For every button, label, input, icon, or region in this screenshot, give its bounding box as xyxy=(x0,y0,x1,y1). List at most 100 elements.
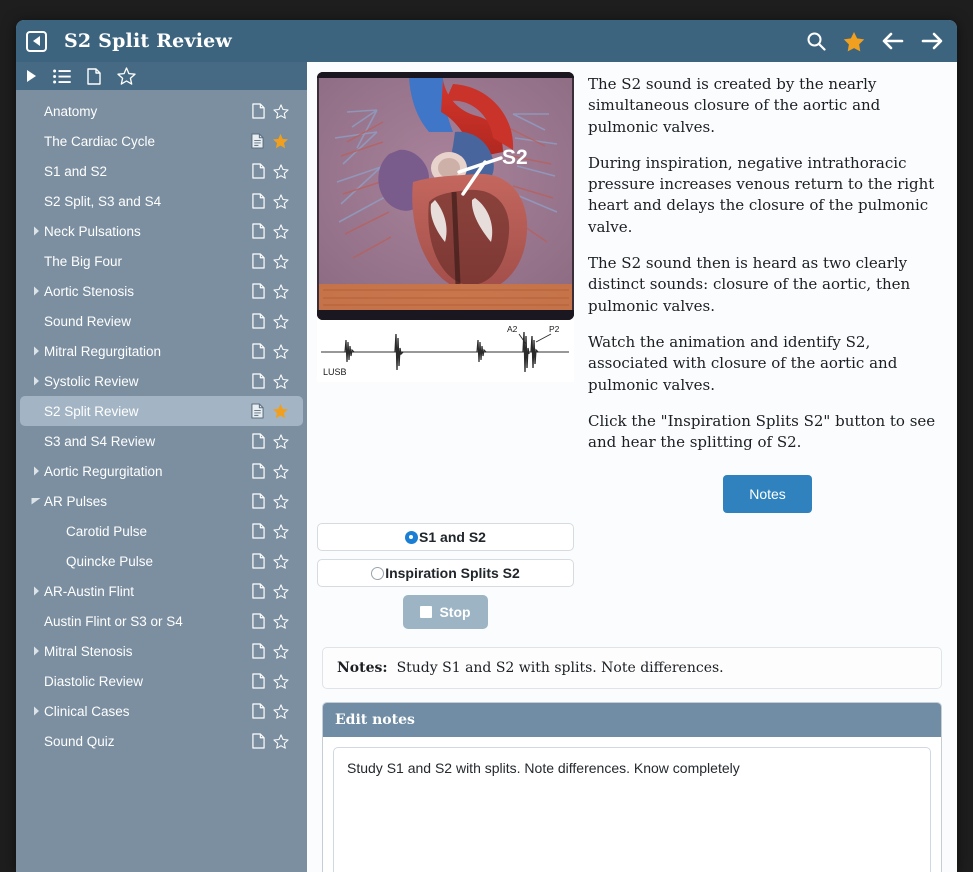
sidebar-item-s1-and-s2[interactable]: S1 and S2 xyxy=(20,156,303,186)
star-outline-icon[interactable] xyxy=(273,494,289,509)
document-icon[interactable] xyxy=(252,703,265,719)
radio-icon[interactable] xyxy=(371,567,384,580)
sidebar-item-label: AR Pulses xyxy=(44,494,252,509)
sidebar-item-label: Sound Quiz xyxy=(44,734,252,749)
star-outline-icon[interactable] xyxy=(273,314,289,329)
star-outline-icon[interactable] xyxy=(117,67,136,85)
option-s1-and-s2[interactable]: S1 and S2 xyxy=(317,523,574,551)
document-icon[interactable] xyxy=(252,253,265,269)
document-icon[interactable] xyxy=(252,283,265,299)
back-arrow-icon[interactable] xyxy=(26,31,47,52)
document-icon[interactable] xyxy=(252,343,265,359)
star-outline-icon[interactable] xyxy=(273,224,289,239)
chevron-right-icon[interactable] xyxy=(28,226,44,236)
sidebar-item-the-big-four[interactable]: The Big Four xyxy=(20,246,303,276)
radio-icon-selected[interactable] xyxy=(405,531,418,544)
star-outline-icon[interactable] xyxy=(273,704,289,719)
sidebar-item-mitral-regurgitation[interactable]: Mitral Regurgitation xyxy=(20,336,303,366)
search-icon[interactable] xyxy=(806,31,826,51)
document-icon[interactable] xyxy=(252,523,265,539)
chevron-right-icon[interactable] xyxy=(28,346,44,356)
star-outline-icon[interactable] xyxy=(273,644,289,659)
document-icon[interactable] xyxy=(252,163,265,179)
document-icon[interactable] xyxy=(252,613,265,629)
star-filled-icon[interactable] xyxy=(272,403,289,419)
document-icon[interactable] xyxy=(252,553,265,569)
stop-button[interactable]: Stop xyxy=(403,595,487,629)
sidebar: AnatomyThe Cardiac CycleS1 and S2S2 Spli… xyxy=(16,62,307,872)
sidebar-item-sound-review[interactable]: Sound Review xyxy=(20,306,303,336)
sidebar-item-quincke-pulse[interactable]: Quincke Pulse xyxy=(20,546,303,576)
document-icon[interactable] xyxy=(252,103,265,119)
star-outline-icon[interactable] xyxy=(273,584,289,599)
star-filled-icon[interactable] xyxy=(272,133,289,149)
chevron-right-icon[interactable] xyxy=(28,586,44,596)
document-icon[interactable] xyxy=(252,733,265,749)
star-outline-icon[interactable] xyxy=(273,194,289,209)
document-icon[interactable] xyxy=(252,463,265,479)
sidebar-item-diastolic-review[interactable]: Diastolic Review xyxy=(20,666,303,696)
star-outline-icon[interactable] xyxy=(273,164,289,179)
document-icon[interactable] xyxy=(252,673,265,689)
document-icon[interactable] xyxy=(252,493,265,509)
list-icon[interactable] xyxy=(53,69,71,84)
document-icon[interactable] xyxy=(252,583,265,599)
notes-button[interactable]: Notes xyxy=(723,475,812,513)
sidebar-item-label: Aortic Stenosis xyxy=(44,284,252,299)
sidebar-item-aortic-stenosis[interactable]: Aortic Stenosis xyxy=(20,276,303,306)
document-icon[interactable] xyxy=(251,403,264,419)
chevron-right-icon[interactable] xyxy=(28,466,44,476)
sidebar-item-ar-pulses[interactable]: AR Pulses xyxy=(20,486,303,516)
option-inspiration-splits-s2[interactable]: Inspiration Splits S2 xyxy=(317,559,574,587)
star-outline-icon[interactable] xyxy=(273,554,289,569)
document-icon[interactable] xyxy=(252,313,265,329)
star-outline-icon[interactable] xyxy=(273,254,289,269)
star-outline-icon[interactable] xyxy=(273,284,289,299)
star-outline-icon[interactable] xyxy=(273,344,289,359)
sidebar-item-systolic-review[interactable]: Systolic Review xyxy=(20,366,303,396)
star-outline-icon[interactable] xyxy=(273,524,289,539)
sidebar-item-sound-quiz[interactable]: Sound Quiz xyxy=(20,726,303,756)
star-outline-icon[interactable] xyxy=(273,104,289,119)
sidebar-item-s3-and-s4-review[interactable]: S3 and S4 Review xyxy=(20,426,303,456)
main-layout: AnatomyThe Cardiac CycleS1 and S2S2 Spli… xyxy=(16,62,957,872)
sidebar-item-neck-pulsations[interactable]: Neck Pulsations xyxy=(20,216,303,246)
notes-button-wrap: Notes xyxy=(588,475,947,513)
chevron-right-icon[interactable] xyxy=(28,646,44,656)
document-icon[interactable] xyxy=(252,433,265,449)
sidebar-item-clinical-cases[interactable]: Clinical Cases xyxy=(20,696,303,726)
document-icon[interactable] xyxy=(252,223,265,239)
sidebar-item-s2-split-s3-and-s4[interactable]: S2 Split, S3 and S4 xyxy=(20,186,303,216)
star-outline-icon[interactable] xyxy=(273,434,289,449)
chevron-down-icon[interactable] xyxy=(28,497,44,505)
media-column: S2 xyxy=(317,72,574,513)
sidebar-item-austin-flint-or-s3-or-s4[interactable]: Austin Flint or S3 or S4 xyxy=(20,606,303,636)
document-icon[interactable] xyxy=(252,193,265,209)
document-icon[interactable] xyxy=(87,68,101,85)
arrow-right-icon[interactable] xyxy=(921,32,943,50)
chevron-right-icon[interactable] xyxy=(28,706,44,716)
document-icon[interactable] xyxy=(251,133,264,149)
star-outline-icon[interactable] xyxy=(273,374,289,389)
sidebar-item-anatomy[interactable]: Anatomy xyxy=(20,96,303,126)
sidebar-item-carotid-pulse[interactable]: Carotid Pulse xyxy=(20,516,303,546)
star-outline-icon[interactable] xyxy=(273,614,289,629)
star-outline-icon[interactable] xyxy=(273,674,289,689)
star-icon[interactable] xyxy=(843,31,865,52)
sidebar-item-the-cardiac-cycle[interactable]: The Cardiac Cycle xyxy=(20,126,303,156)
notes-textarea[interactable] xyxy=(333,747,931,872)
expand-triangle-icon[interactable] xyxy=(26,69,37,83)
star-outline-icon[interactable] xyxy=(273,464,289,479)
chevron-right-icon[interactable] xyxy=(28,286,44,296)
row-icon-group xyxy=(252,553,289,569)
sidebar-item-aortic-regurgitation[interactable]: Aortic Regurgitation xyxy=(20,456,303,486)
document-icon[interactable] xyxy=(252,373,265,389)
sidebar-item-s2-split-review[interactable]: S2 Split Review xyxy=(20,396,303,426)
chevron-right-icon[interactable] xyxy=(28,376,44,386)
sidebar-item-mitral-stenosis[interactable]: Mitral Stenosis xyxy=(20,636,303,666)
document-icon[interactable] xyxy=(252,643,265,659)
arrow-left-icon[interactable] xyxy=(882,32,904,50)
row-icon-group xyxy=(252,343,289,359)
sidebar-item-ar-austin-flint[interactable]: AR-Austin Flint xyxy=(20,576,303,606)
star-outline-icon[interactable] xyxy=(273,734,289,749)
